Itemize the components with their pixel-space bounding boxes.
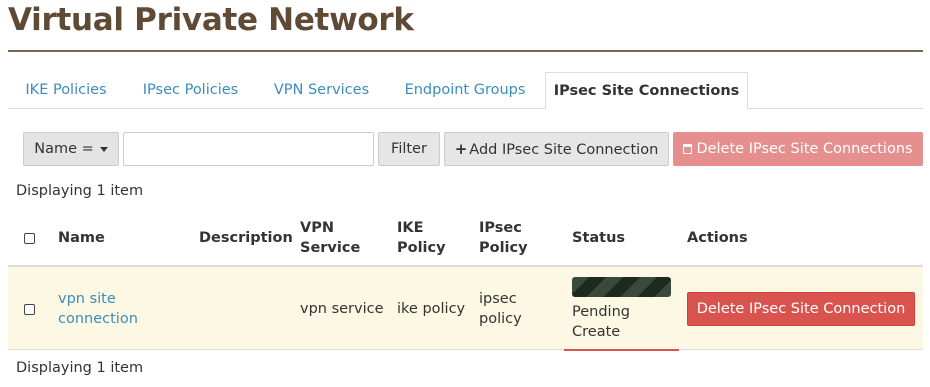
trash-icon [683, 144, 693, 154]
add-ipsec-site-connection-button[interactable]: + Add IPsec Site Connection [444, 132, 669, 166]
row-status-line1: Pending [572, 304, 630, 320]
column-header-ike-policy[interactable]: IKE Policy [397, 218, 446, 258]
column-header-name[interactable]: Name [58, 228, 105, 248]
column-header-ike-policy-line2: Policy [397, 240, 446, 256]
row-checkbox[interactable] [24, 304, 35, 315]
filter-field-dropdown[interactable]: Name = [23, 132, 119, 166]
column-header-description[interactable]: Description [199, 228, 293, 248]
row-ipsec-policy-line2: policy [479, 311, 522, 327]
column-header-actions: Actions [687, 230, 748, 246]
tab-vpn-services[interactable]: VPN Services [257, 72, 386, 109]
column-header-ipsec-policy-line2: Policy [479, 240, 528, 256]
tab-ipsec-policies[interactable]: IPsec Policies [125, 72, 256, 109]
status-indicator-underline [564, 349, 679, 351]
row-name-line1: vpn site [58, 291, 116, 307]
column-header-ipsec-policy-line1: IPsec [479, 220, 522, 236]
caret-down-icon [99, 146, 108, 152]
title-divider [8, 50, 923, 52]
row-name-line2: connection [58, 311, 138, 327]
tab-endpoint-groups[interactable]: Endpoint Groups [387, 72, 543, 109]
row-ipsec-policy-line1: ipsec [479, 291, 517, 307]
select-all-checkbox[interactable] [24, 233, 35, 244]
delete-ipsec-site-connection-button[interactable]: Delete IPsec Site Connection [687, 292, 915, 326]
filter-input[interactable] [123, 132, 374, 166]
item-count-bottom: Displaying 1 item [16, 360, 144, 376]
row-ipsec-policy: ipsec policy [479, 289, 522, 329]
column-header-vpn-service[interactable]: VPN Service [300, 218, 360, 258]
column-header-vpn-service-line1: VPN [300, 220, 334, 236]
column-header-status[interactable]: Status [572, 228, 625, 248]
row-status-line2: Create [572, 324, 621, 340]
tab-ike-policies[interactable]: IKE Policies [8, 72, 124, 109]
status-progress-bar [572, 277, 671, 297]
page-title: Virtual Private Network [8, 2, 414, 38]
tab-bar: IKE Policies IPsec Policies VPN Services… [8, 72, 923, 110]
filter-button[interactable]: Filter [378, 132, 440, 166]
filter-field-label: Name = [34, 141, 94, 157]
row-status: Pending Create [572, 302, 630, 342]
add-button-label: Add IPsec Site Connection [469, 142, 659, 158]
delete-button-label: Delete IPsec Site Connections [696, 141, 913, 157]
row-ike-policy: ike policy [397, 301, 466, 317]
row-name-link[interactable]: vpn site connection [58, 289, 138, 329]
column-header-vpn-service-line2: Service [300, 240, 361, 256]
column-header-ike-policy-line1: IKE [397, 220, 424, 236]
tab-ipsec-site-connections[interactable]: IPsec Site Connections [545, 72, 748, 110]
item-count-top: Displaying 1 item [16, 183, 144, 199]
delete-ipsec-site-connections-button[interactable]: Delete IPsec Site Connections [673, 132, 923, 166]
plus-icon: + [454, 140, 468, 158]
column-header-ipsec-policy[interactable]: IPsec Policy [479, 218, 528, 258]
row-vpn-service: vpn service [300, 301, 384, 317]
